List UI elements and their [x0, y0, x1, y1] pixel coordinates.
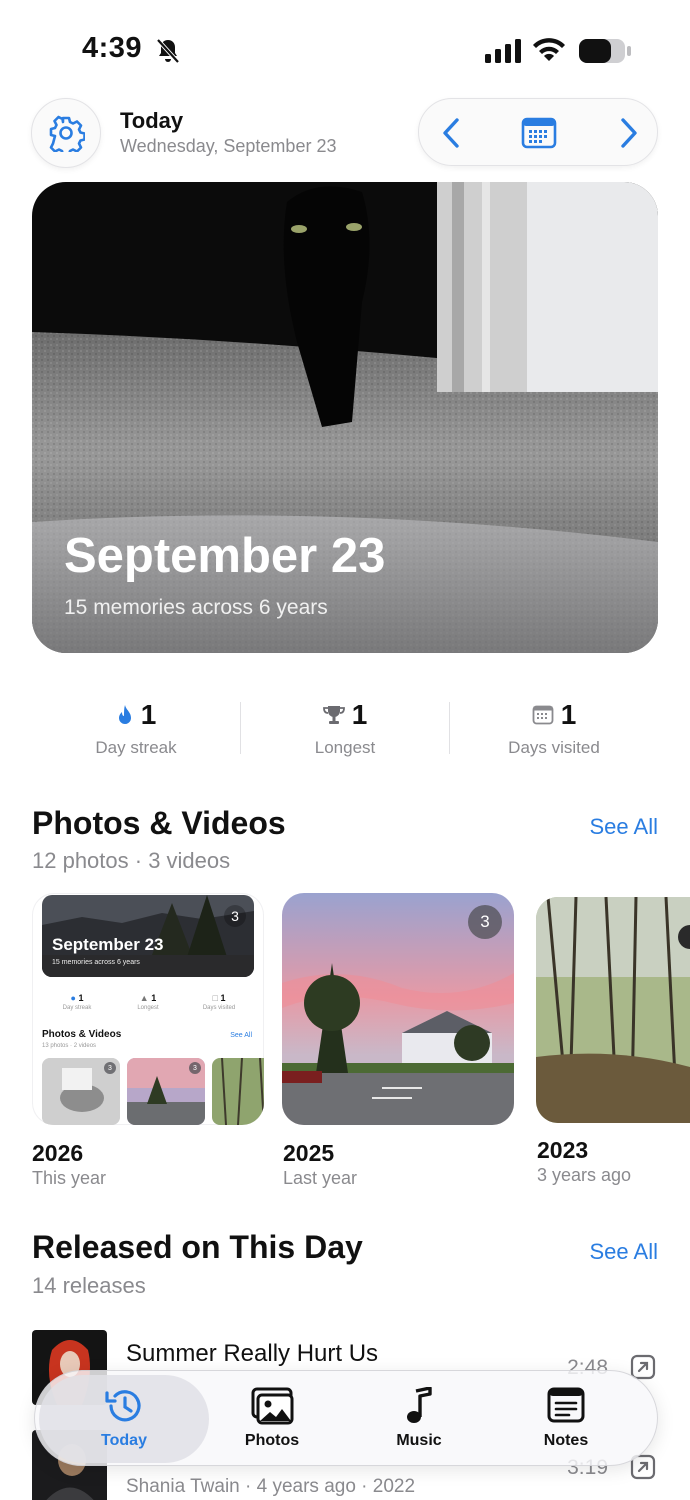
hero-title: September 23	[64, 529, 386, 583]
card-year: 2026	[32, 1140, 84, 1166]
stat-longest: 1 Longest	[241, 698, 449, 758]
count-badge: 3	[224, 905, 246, 927]
calendar-icon	[532, 705, 554, 725]
preview-stat-label: Longest	[137, 1005, 159, 1011]
photos-see-all-button[interactable]: See All	[590, 814, 659, 840]
memory-card-2025[interactable]: 3	[282, 893, 514, 1125]
tab-label: Notes	[543, 1432, 589, 1449]
signal-icon	[485, 39, 521, 63]
releases-section-subtitle: 14 releases	[32, 1273, 146, 1298]
tab-music[interactable]: Music	[344, 1371, 494, 1467]
chevron-right-icon[interactable]	[613, 117, 643, 149]
tab-label: Photos	[244, 1432, 300, 1449]
song-subtitle: Shania Twain · 4 years ago · 2022	[126, 1476, 416, 1497]
bell-off-icon	[156, 38, 180, 64]
preview-stat-value: 1	[78, 993, 84, 1003]
tab-label: Music	[396, 1432, 442, 1449]
stats-row: 1 Day streak 1 Longest 1 Days visited	[32, 698, 658, 758]
page-title: Today	[120, 108, 184, 133]
count-badge: 3	[104, 1062, 116, 1074]
stat-day-streak: 1 Day streak	[32, 698, 240, 758]
memory-card-2026[interactable]: 3 September 23 15 memories across 6 year…	[32, 893, 264, 1125]
stat-label: Longest	[314, 738, 376, 757]
preview-hero: 3 September 23 15 memories across 6 year…	[42, 895, 254, 977]
music-note-icon	[407, 1387, 432, 1423]
stat-label: Day streak	[95, 738, 177, 757]
tab-photos[interactable]: Photos	[197, 1371, 347, 1467]
battery-icon	[579, 39, 631, 63]
stat-label: Days visited	[508, 738, 600, 757]
chevron-left-icon[interactable]	[437, 117, 467, 149]
card-ago: 3 years ago	[537, 1165, 632, 1185]
settings-button[interactable]	[31, 98, 101, 168]
song-title: Summer Really Hurt Us	[126, 1340, 379, 1367]
preview-hero-subtitle: 15 memories across 6 years	[52, 959, 140, 966]
preview-stat-value: 1	[220, 993, 226, 1003]
preview-stat-label: Days visited	[202, 1005, 236, 1011]
status-time: 4:39	[82, 32, 143, 64]
page-date: Wednesday, September 23	[120, 136, 337, 156]
photos-icon	[251, 1387, 294, 1425]
releases-section-title: Released on This Day	[32, 1229, 363, 1265]
preview-thumb: 3	[127, 1058, 205, 1125]
card-year: 2023	[537, 1137, 589, 1163]
preview-stat: □ 1 Days visited	[184, 993, 254, 1011]
trophy-icon	[322, 706, 345, 724]
memory-card-2023[interactable]	[536, 897, 690, 1123]
history-clock-icon	[105, 1390, 141, 1422]
gear-icon	[49, 115, 85, 152]
forest-photo	[536, 897, 690, 1123]
photos-section-subtitle: 12 photos · 3 videos	[32, 848, 231, 873]
tab-today[interactable]: Today	[49, 1371, 199, 1467]
hero-memory-card[interactable]: September 23 15 memories across 6 years	[32, 182, 658, 653]
notes-icon	[547, 1387, 585, 1423]
preview-stat-label: Day streak	[62, 1005, 92, 1011]
wifi-icon	[533, 38, 565, 61]
preview-section-subtitle: 13 photos · 2 videos	[42, 1043, 97, 1049]
tab-label: Today	[101, 1432, 147, 1449]
tab-bar: Today Photos Music Notes	[34, 1370, 658, 1466]
stat-value: 1	[140, 699, 157, 730]
stat-value: 1	[351, 699, 368, 730]
tab-notes[interactable]: Notes	[491, 1371, 641, 1467]
count-badge: 3	[189, 1062, 201, 1074]
status-bar: 4:39	[0, 0, 690, 100]
preview-stat: ● 1 Day streak	[42, 993, 112, 1011]
count-badge: 3	[468, 905, 502, 939]
card-ago: This year	[32, 1168, 107, 1188]
preview-stat-value: 1	[151, 993, 157, 1003]
stat-days-visited: 1 Days visited	[450, 698, 658, 758]
preview-thumb: 3	[42, 1058, 120, 1125]
calendar-icon[interactable]	[521, 117, 557, 149]
preview-section-title: Photos & Videos	[42, 1029, 122, 1040]
date-nav	[418, 98, 658, 166]
preview-stat: ▲ 1 Longest	[113, 993, 183, 1011]
header: Today Wednesday, September 23	[0, 96, 690, 168]
releases-see-all-button[interactable]: See All	[590, 1239, 659, 1265]
preview-thumb	[212, 1058, 264, 1125]
preview-hero-title: September 23	[52, 935, 164, 954]
stat-value: 1	[560, 699, 577, 730]
flame-icon	[118, 705, 131, 724]
card-year: 2025	[283, 1140, 335, 1166]
card-ago: Last year	[283, 1168, 358, 1188]
photos-section-title: Photos & Videos	[32, 805, 286, 841]
preview-see-all: See All	[230, 1032, 252, 1039]
hero-subtitle: 15 memories across 6 years	[64, 596, 328, 619]
